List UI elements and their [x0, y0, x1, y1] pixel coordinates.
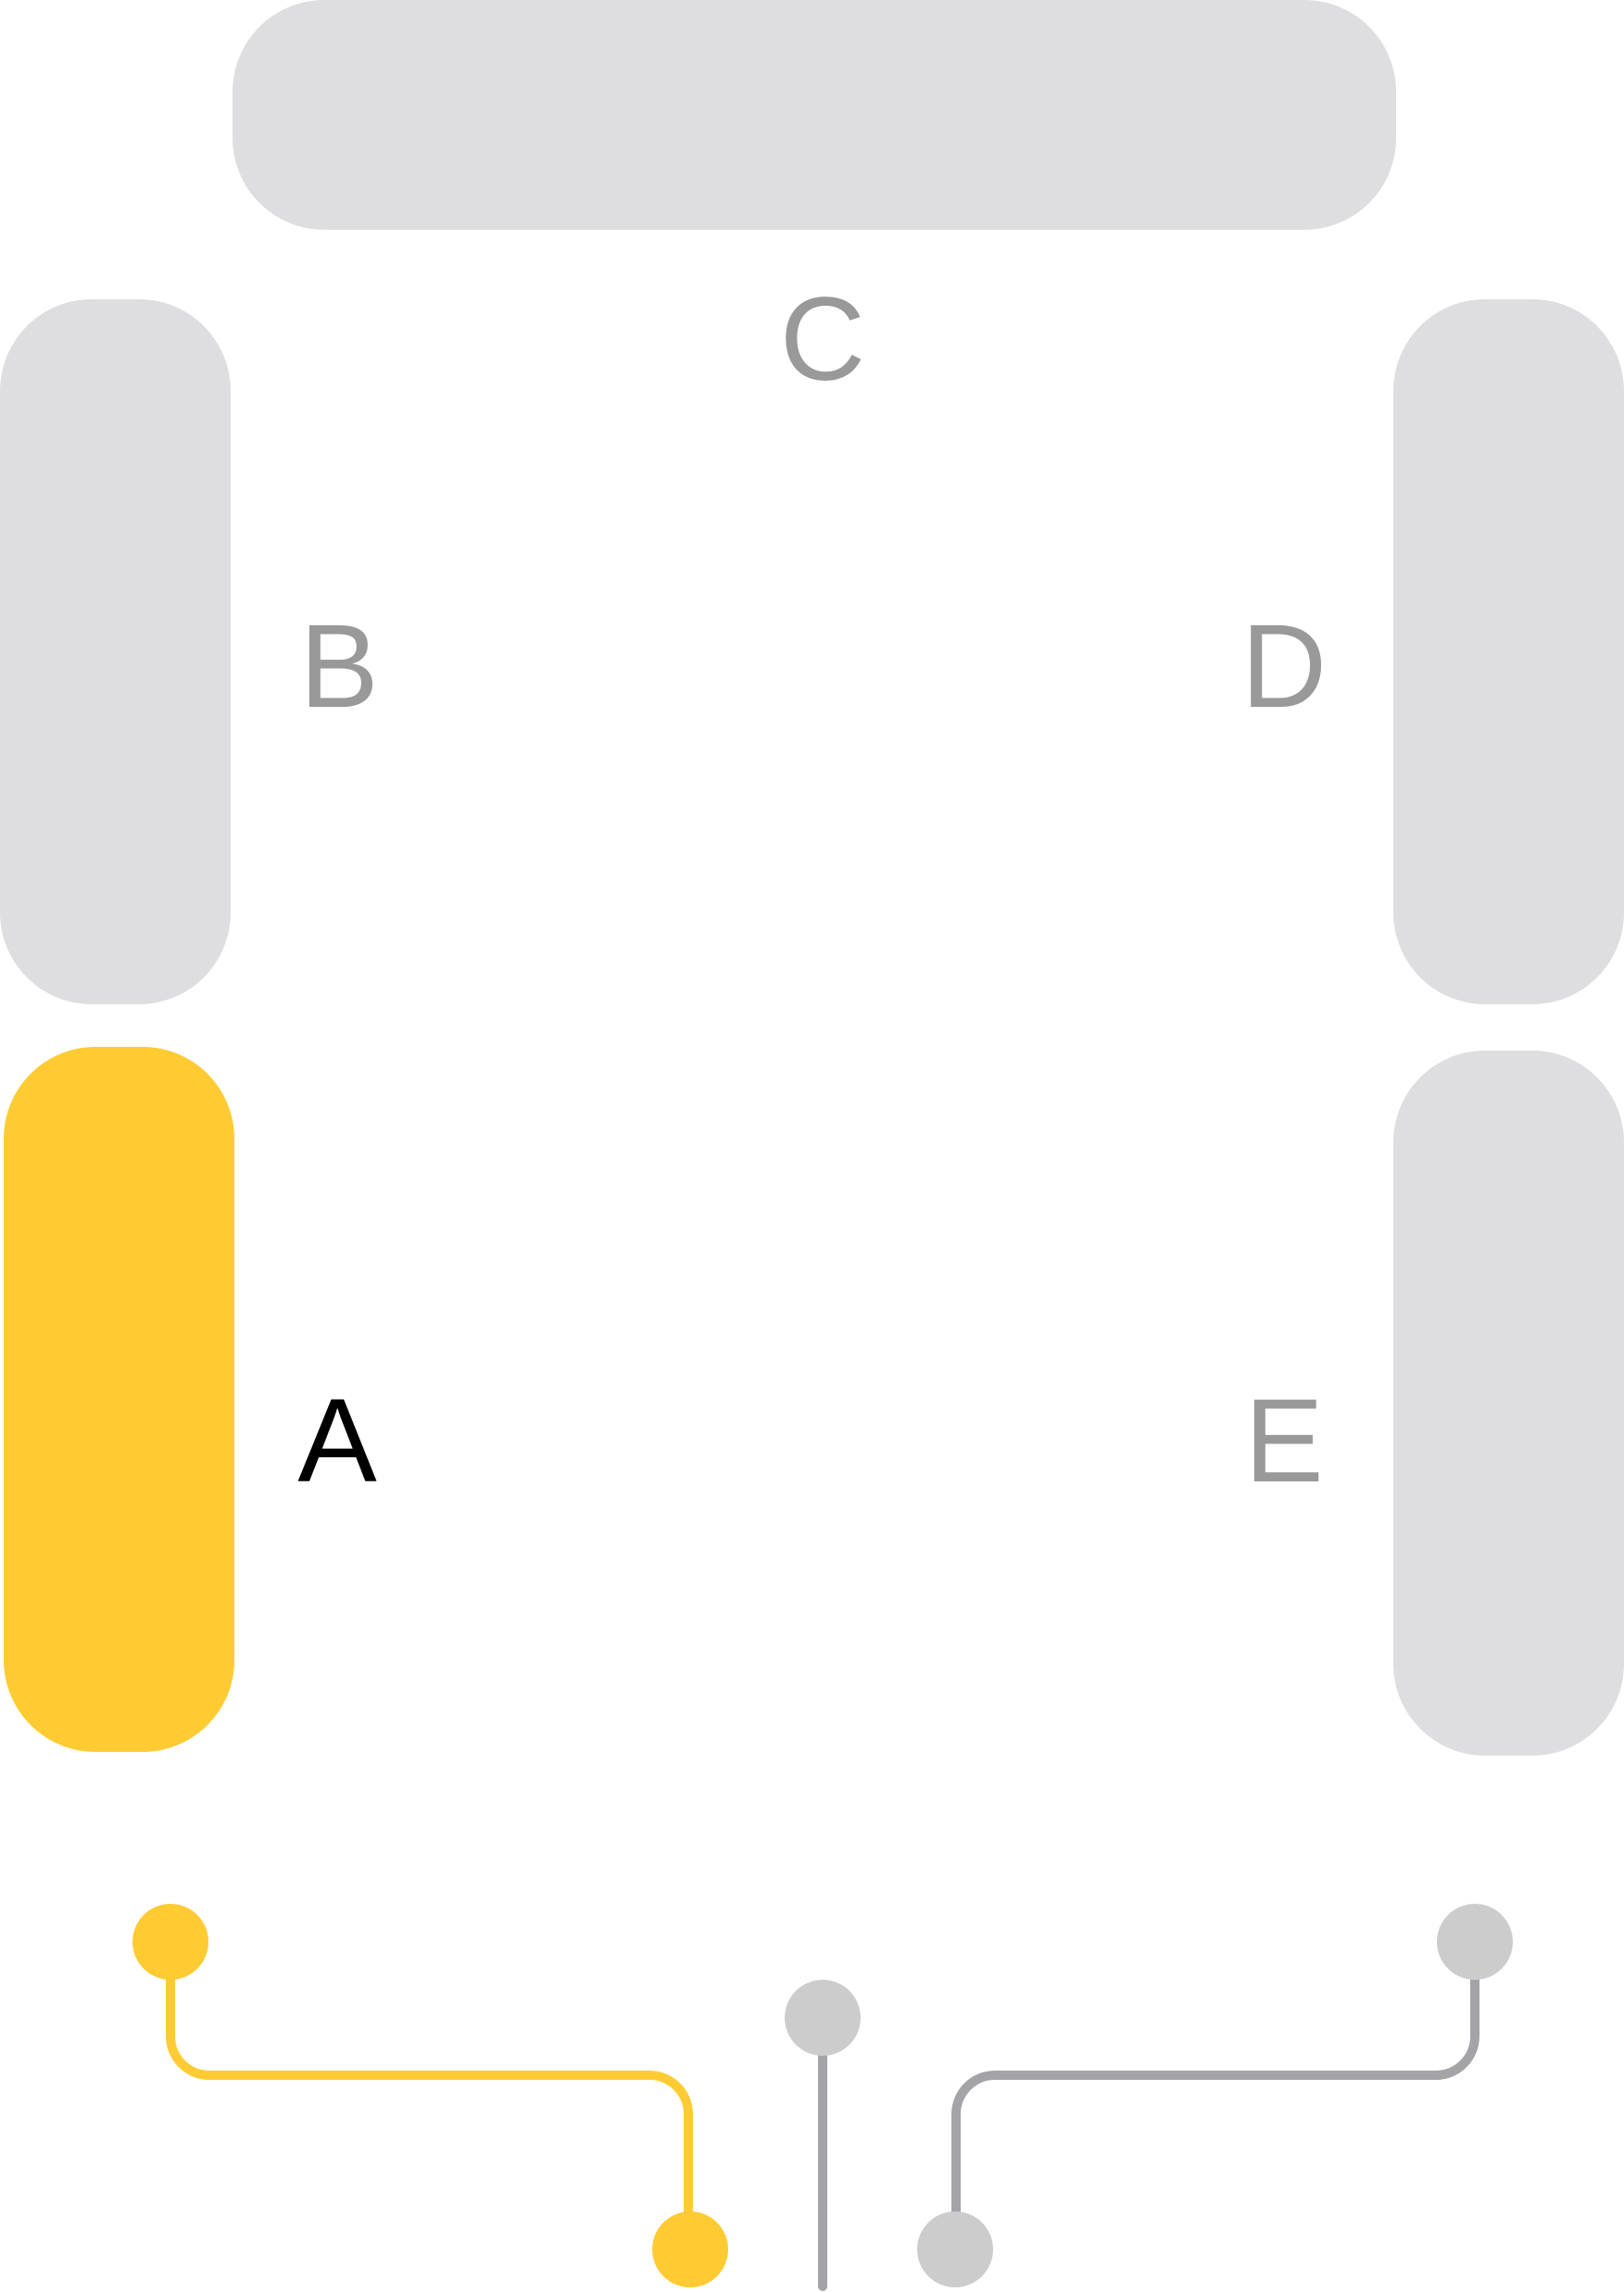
segment-e — [1393, 1051, 1624, 1756]
connector-center — [785, 1980, 861, 2291]
segment-b — [0, 299, 231, 1004]
connector-a-trace — [166, 1942, 693, 2249]
segment-d — [1393, 299, 1624, 1004]
connector-e-trace — [951, 1942, 1479, 2249]
segment-c-label: C — [780, 273, 865, 406]
seven-segment-diagram: C B D A E — [0, 0, 1624, 2291]
connector-a — [132, 1904, 728, 2287]
connector-e-bottom-pad — [917, 2211, 993, 2287]
segment-e-label: E — [1244, 1375, 1323, 1507]
connector-e — [917, 1904, 1513, 2287]
segment-a — [4, 1047, 234, 1752]
connector-a-top-pad — [132, 1904, 208, 1980]
segment-a-label: A — [297, 1375, 377, 1507]
connector-a-bottom-pad — [652, 2211, 728, 2287]
connector-center-top-pad — [785, 1980, 861, 2056]
segment-c — [233, 0, 1396, 230]
segment-d-label: D — [1241, 600, 1327, 733]
connector-e-top-pad — [1437, 1904, 1513, 1980]
segment-b-label: B — [299, 600, 378, 733]
